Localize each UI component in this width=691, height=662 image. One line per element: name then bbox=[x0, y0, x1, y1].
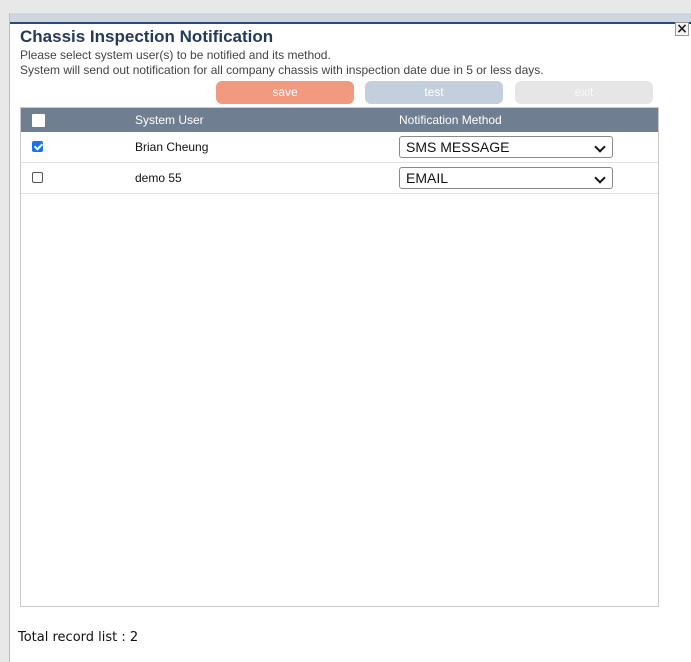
dialog-title-bar bbox=[10, 13, 691, 24]
table-row: demo 55 EMAIL bbox=[21, 163, 658, 194]
column-header-notification-method: Notification Method bbox=[399, 113, 502, 127]
chevron-down-icon bbox=[594, 141, 606, 153]
table-row: Brian Cheung SMS MESSAGE bbox=[21, 132, 658, 163]
notification-method-select[interactable]: SMS MESSAGE bbox=[399, 136, 613, 158]
exit-button[interactable]: exit bbox=[515, 81, 653, 104]
row-checkbox[interactable] bbox=[32, 141, 43, 152]
notification-method-value: SMS MESSAGE bbox=[406, 139, 510, 155]
row-checkbox[interactable] bbox=[32, 172, 43, 183]
system-user-cell: Brian Cheung bbox=[135, 140, 209, 154]
notification-method-select[interactable]: EMAIL bbox=[399, 167, 613, 189]
table-header: System User Notification Method bbox=[21, 108, 658, 132]
total-record-count: Total record list : 2 bbox=[18, 630, 139, 645]
test-button[interactable]: test bbox=[365, 81, 503, 104]
save-button[interactable]: save bbox=[216, 81, 354, 104]
system-user-cell: demo 55 bbox=[135, 171, 182, 185]
notification-dialog: × Chassis Inspection Notification Please… bbox=[9, 13, 691, 662]
users-table: System User Notification Method Brian Ch… bbox=[20, 107, 659, 607]
dialog-title: Chassis Inspection Notification bbox=[20, 27, 274, 46]
select-all-checkbox[interactable] bbox=[32, 114, 45, 127]
column-header-system-user: System User bbox=[135, 113, 204, 127]
description-text: System will send out notification for al… bbox=[20, 63, 544, 77]
instruction-text: Please select system user(s) to be notif… bbox=[20, 48, 331, 62]
close-icon[interactable]: × bbox=[675, 22, 689, 36]
chevron-down-icon bbox=[594, 172, 606, 184]
notification-method-value: EMAIL bbox=[406, 170, 449, 186]
